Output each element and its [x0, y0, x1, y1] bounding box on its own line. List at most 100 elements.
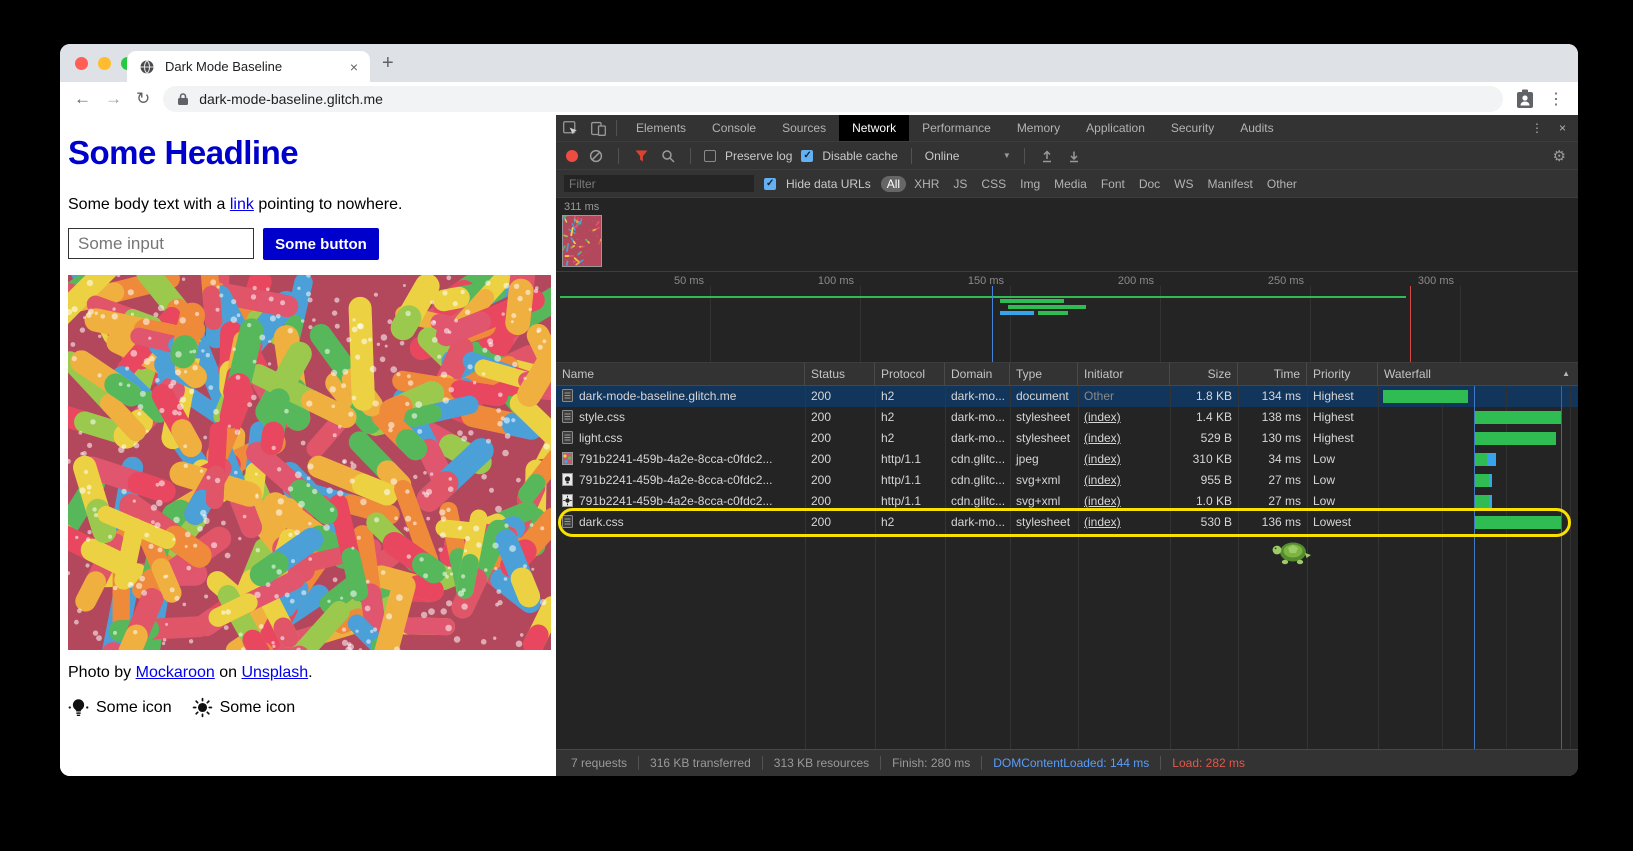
- devtools-tab-application[interactable]: Application: [1073, 115, 1158, 141]
- inspect-element-icon[interactable]: [556, 120, 584, 137]
- cell-status: 200: [805, 512, 875, 533]
- overview-bar: [1000, 311, 1034, 315]
- clear-network-log-icon[interactable]: [587, 149, 605, 163]
- network-filter-input[interactable]: [564, 175, 754, 192]
- network-overview[interactable]: 50 ms100 ms150 ms200 ms250 ms300 ms: [556, 272, 1578, 363]
- filter-type-media[interactable]: Media: [1048, 176, 1093, 192]
- devtools-tab-console[interactable]: Console: [699, 115, 769, 141]
- tab-close-icon[interactable]: ×: [350, 60, 358, 74]
- filmstrip-area: 311 ms: [556, 198, 1578, 272]
- import-har-icon[interactable]: [1038, 149, 1056, 163]
- devtools-tab-sources[interactable]: Sources: [769, 115, 839, 141]
- hide-data-urls-label[interactable]: Hide data URLs: [786, 177, 871, 191]
- devtools-close-icon[interactable]: ×: [1559, 121, 1566, 135]
- throttling-dropdown[interactable]: Online ▼: [925, 149, 1011, 163]
- filter-type-all[interactable]: All: [881, 176, 906, 192]
- preserve-log-label[interactable]: Preserve log: [725, 149, 792, 163]
- cell-priority: Low: [1307, 470, 1378, 491]
- cell-type: document: [1010, 386, 1078, 407]
- export-har-icon[interactable]: [1065, 149, 1083, 163]
- window-close-button[interactable]: [75, 57, 88, 70]
- new-tab-button[interactable]: +: [382, 52, 394, 75]
- initiator-link[interactable]: (index): [1084, 473, 1121, 487]
- cell-type: stylesheet: [1010, 512, 1078, 533]
- column-separator: [945, 386, 946, 749]
- filter-type-img[interactable]: Img: [1014, 176, 1046, 192]
- column-header-waterfall[interactable]: Waterfall▲: [1378, 363, 1578, 385]
- devtools-tab-performance[interactable]: Performance: [909, 115, 1004, 141]
- browser-menu-kebab-icon[interactable]: ⋮: [1548, 89, 1564, 109]
- network-request-row-dark-css[interactable]: dark.css200h2dark-mo...stylesheet(index)…: [556, 512, 1578, 533]
- window-minimize-button[interactable]: [98, 57, 111, 70]
- column-header-size[interactable]: Size: [1170, 363, 1238, 385]
- credit-link-mockaroon[interactable]: Mockaroon: [136, 664, 215, 681]
- profile-badge-icon[interactable]: [1516, 89, 1534, 109]
- settings-gear-icon[interactable]: ⚙: [1553, 147, 1566, 165]
- cell-name: 791b2241-459b-4a2e-8cca-c0fdc2...: [556, 491, 805, 512]
- lock-icon[interactable]: [177, 92, 189, 106]
- network-request-row-791b2241-459b-4a2e-8cca-c0fdc2[interactable]: 791b2241-459b-4a2e-8cca-c0fdc2...200http…: [556, 449, 1578, 470]
- network-request-row-style-css[interactable]: style.css200h2dark-mo...stylesheet(index…: [556, 407, 1578, 428]
- disable-cache-checkbox[interactable]: [801, 150, 813, 162]
- filter-funnel-icon[interactable]: [632, 150, 650, 162]
- hide-data-urls-checkbox[interactable]: [764, 178, 776, 190]
- column-header-type[interactable]: Type: [1010, 363, 1078, 385]
- cell-type: svg+xml: [1010, 470, 1078, 491]
- address-bar[interactable]: dark-mode-baseline.glitch.me: [163, 86, 1503, 112]
- column-header-priority[interactable]: Priority: [1307, 363, 1378, 385]
- initiator-link[interactable]: (index): [1084, 515, 1121, 529]
- overview-tick-label: 150 ms: [934, 275, 1004, 287]
- waterfall-bar-download: [1489, 495, 1492, 508]
- credit-link-unsplash[interactable]: Unsplash: [241, 664, 308, 681]
- devtools-tab-security[interactable]: Security: [1158, 115, 1227, 141]
- network-request-row-791b2241-459b-4a2e-8cca-c0fdc2[interactable]: 791b2241-459b-4a2e-8cca-c0fdc2...200http…: [556, 491, 1578, 512]
- filter-type-doc[interactable]: Doc: [1133, 176, 1166, 192]
- overview-tick-label: 200 ms: [1084, 275, 1154, 287]
- filter-type-css[interactable]: CSS: [975, 176, 1012, 192]
- column-header-time[interactable]: Time: [1238, 363, 1307, 385]
- record-network-log-button[interactable]: [566, 150, 578, 162]
- cell-protocol: http/1.1: [875, 491, 945, 512]
- cell-type: stylesheet: [1010, 428, 1078, 449]
- reload-button[interactable]: ↻: [136, 90, 150, 107]
- filmstrip-screenshot-thumbnail[interactable]: [562, 215, 602, 267]
- cell-time: 27 ms: [1238, 470, 1307, 491]
- jpeg-file-icon: [562, 451, 573, 470]
- filter-type-other[interactable]: Other: [1261, 176, 1303, 192]
- filter-type-xhr[interactable]: XHR: [908, 176, 945, 192]
- cell-initiator: (index): [1078, 428, 1170, 449]
- some-button[interactable]: Some button: [263, 228, 379, 260]
- device-toolbar-icon[interactable]: [584, 120, 612, 137]
- column-header-protocol[interactable]: Protocol: [875, 363, 945, 385]
- column-header-domain[interactable]: Domain: [945, 363, 1010, 385]
- filter-type-manifest[interactable]: Manifest: [1202, 176, 1259, 192]
- devtools-tab-audits[interactable]: Audits: [1227, 115, 1286, 141]
- network-request-row-light-css[interactable]: light.css200h2dark-mo...stylesheet(index…: [556, 428, 1578, 449]
- forward-button[interactable]: →: [105, 90, 122, 107]
- initiator-link[interactable]: (index): [1084, 494, 1121, 508]
- request-name: dark.css: [579, 515, 624, 529]
- search-icon[interactable]: [659, 149, 677, 163]
- network-request-row-dark-mode-baseline-glitch-me[interactable]: dark-mode-baseline.glitch.me200h2dark-mo…: [556, 386, 1578, 407]
- initiator-link[interactable]: (index): [1084, 452, 1121, 466]
- disable-cache-label[interactable]: Disable cache: [822, 149, 897, 163]
- browser-tab[interactable]: Dark Mode Baseline ×: [127, 51, 370, 82]
- devtools-tab-network[interactable]: Network: [839, 115, 909, 141]
- column-header-status[interactable]: Status: [805, 363, 875, 385]
- column-header-name[interactable]: Name: [556, 363, 805, 385]
- initiator-link[interactable]: (index): [1084, 431, 1121, 445]
- back-button[interactable]: ←: [74, 90, 91, 107]
- cell-priority: Low: [1307, 449, 1378, 470]
- column-header-initiator[interactable]: Initiator: [1078, 363, 1170, 385]
- filter-type-js[interactable]: JS: [947, 176, 973, 192]
- preserve-log-checkbox[interactable]: [704, 150, 716, 162]
- initiator-link[interactable]: (index): [1084, 410, 1121, 424]
- some-input-field[interactable]: [68, 228, 254, 259]
- network-request-row-791b2241-459b-4a2e-8cca-c0fdc2[interactable]: 791b2241-459b-4a2e-8cca-c0fdc2...200http…: [556, 470, 1578, 491]
- devtools-tab-elements[interactable]: Elements: [623, 115, 699, 141]
- body-link[interactable]: link: [230, 196, 254, 213]
- devtools-menu-kebab-icon[interactable]: ⋮: [1531, 121, 1543, 135]
- filter-type-ws[interactable]: WS: [1168, 176, 1199, 192]
- filter-type-font[interactable]: Font: [1095, 176, 1131, 192]
- devtools-tab-memory[interactable]: Memory: [1004, 115, 1073, 141]
